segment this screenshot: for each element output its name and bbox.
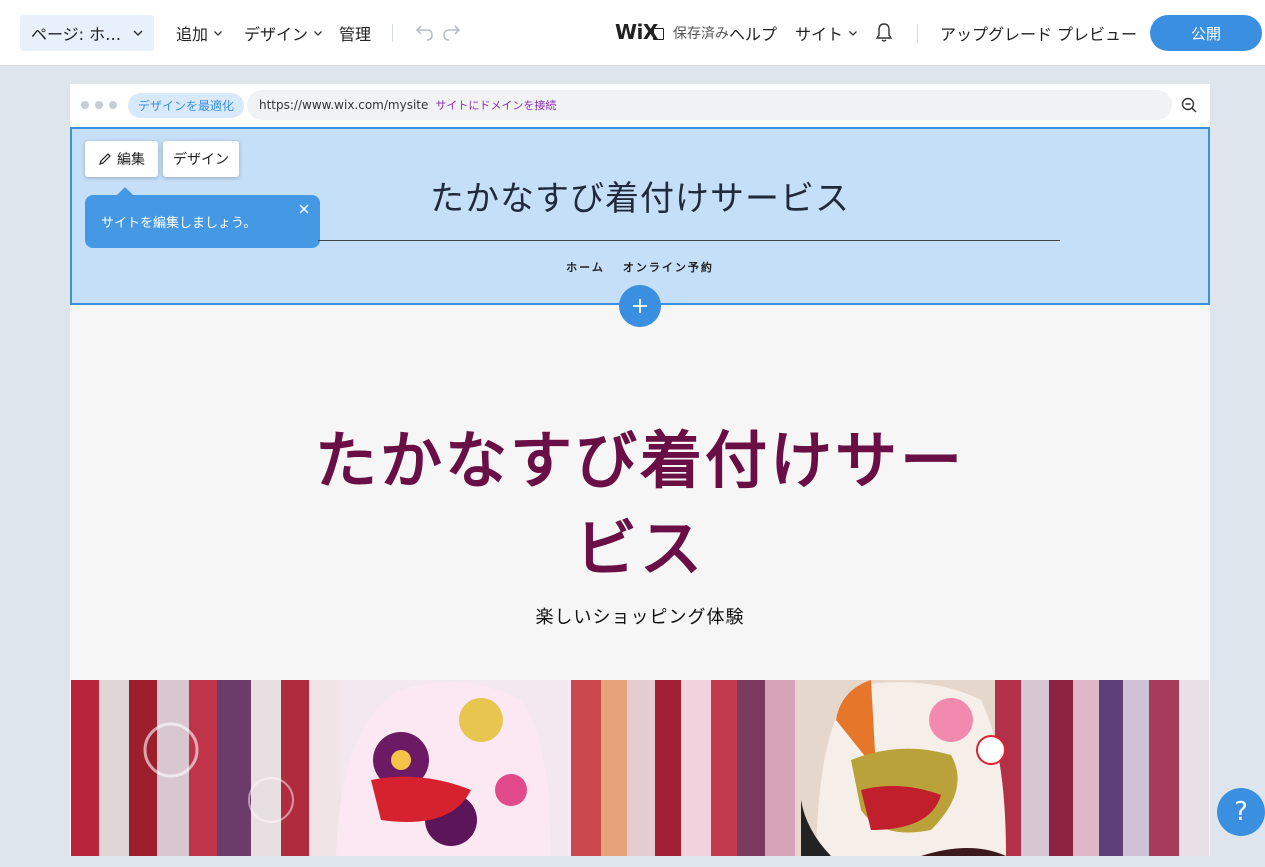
saved-status: 保存済み	[673, 26, 729, 42]
add-section-button[interactable]	[619, 285, 661, 327]
kimono-hero-image	[71, 680, 1209, 856]
page-selector[interactable]: ページ: ホ…	[20, 15, 154, 51]
menu-preview[interactable]: プレビュー	[1057, 21, 1137, 45]
chevron-down-icon	[133, 30, 143, 37]
browser-bar: デザインを最適化 https://www.wix.com/mysite サイトに…	[70, 84, 1210, 127]
menu-design-label: デザイン	[244, 25, 309, 44]
hero-title: たかなすび着付けサービス	[314, 424, 965, 585]
nav-item-booking[interactable]: オンライン予約	[623, 259, 714, 275]
url-bar: https://www.wix.com/mysite サイトにドメインを接続	[247, 90, 1172, 120]
zoom-out-icon[interactable]	[1181, 97, 1198, 114]
menu-upgrade-label: アップグレード	[940, 25, 1053, 44]
publish-button[interactable]: 公開	[1150, 15, 1262, 51]
chevron-down-icon	[214, 31, 222, 36]
help-button[interactable]: ?	[1217, 788, 1265, 836]
menu-help-label: ヘルプ	[729, 25, 778, 44]
menu-help[interactable]: ヘルプ	[729, 21, 777, 45]
menu-manage[interactable]: 管理	[339, 21, 371, 45]
mobile-view-icon[interactable]	[653, 28, 664, 40]
connect-domain-link[interactable]: サイトにドメインを接続	[435, 97, 556, 113]
wix-logo: WiX	[615, 20, 658, 44]
site-url: https://www.wix.com/mysite	[259, 98, 429, 112]
nav-item-home[interactable]: ホーム	[566, 259, 605, 275]
redo-icon[interactable]	[441, 22, 461, 44]
chevron-down-icon	[849, 31, 857, 36]
site-header-section[interactable]: 編集 デザイン サイトを編集しましょう。 たかなすび着付けサービス ホーム オン…	[70, 127, 1210, 305]
undo-icon[interactable]	[415, 22, 435, 44]
title-divider	[318, 240, 1060, 241]
menu-add[interactable]: 追加	[176, 21, 223, 45]
menu-site-label: サイト	[795, 25, 844, 44]
chevron-down-icon	[314, 31, 322, 36]
menu-design[interactable]: デザイン	[244, 21, 323, 45]
kimono-photo	[71, 680, 1209, 856]
menu-add-label: 追加	[176, 25, 209, 44]
plus-icon	[633, 299, 647, 313]
pencil-icon	[99, 153, 111, 165]
menu-manage-label: 管理	[339, 25, 372, 44]
editor-topbar: ページ: ホ… 追加 デザイン 管理 WiX 保存済み ヘルプ サイト アップグ…	[0, 0, 1265, 66]
hero-subtitle: 楽しいショッピング体験	[535, 607, 745, 628]
divider	[917, 24, 918, 42]
window-dots	[81, 101, 117, 109]
site-title: たかなすび着付けサービス	[430, 179, 850, 219]
notifications-bell-icon[interactable]	[874, 22, 894, 44]
menu-preview-label: プレビュー	[1057, 25, 1138, 44]
optimize-design-button[interactable]: デザインを最適化	[128, 93, 245, 118]
page-selector-label: ページ: ホ…	[31, 25, 122, 44]
site-canvas: デザインを最適化 https://www.wix.com/mysite サイトに…	[70, 84, 1210, 856]
edit-button-label: 編集	[117, 152, 145, 168]
menu-site[interactable]: サイト	[795, 21, 858, 45]
divider	[392, 24, 393, 42]
menu-upgrade[interactable]: アップグレード	[940, 21, 1052, 45]
site-nav: ホーム オンライン予約	[72, 259, 1208, 275]
